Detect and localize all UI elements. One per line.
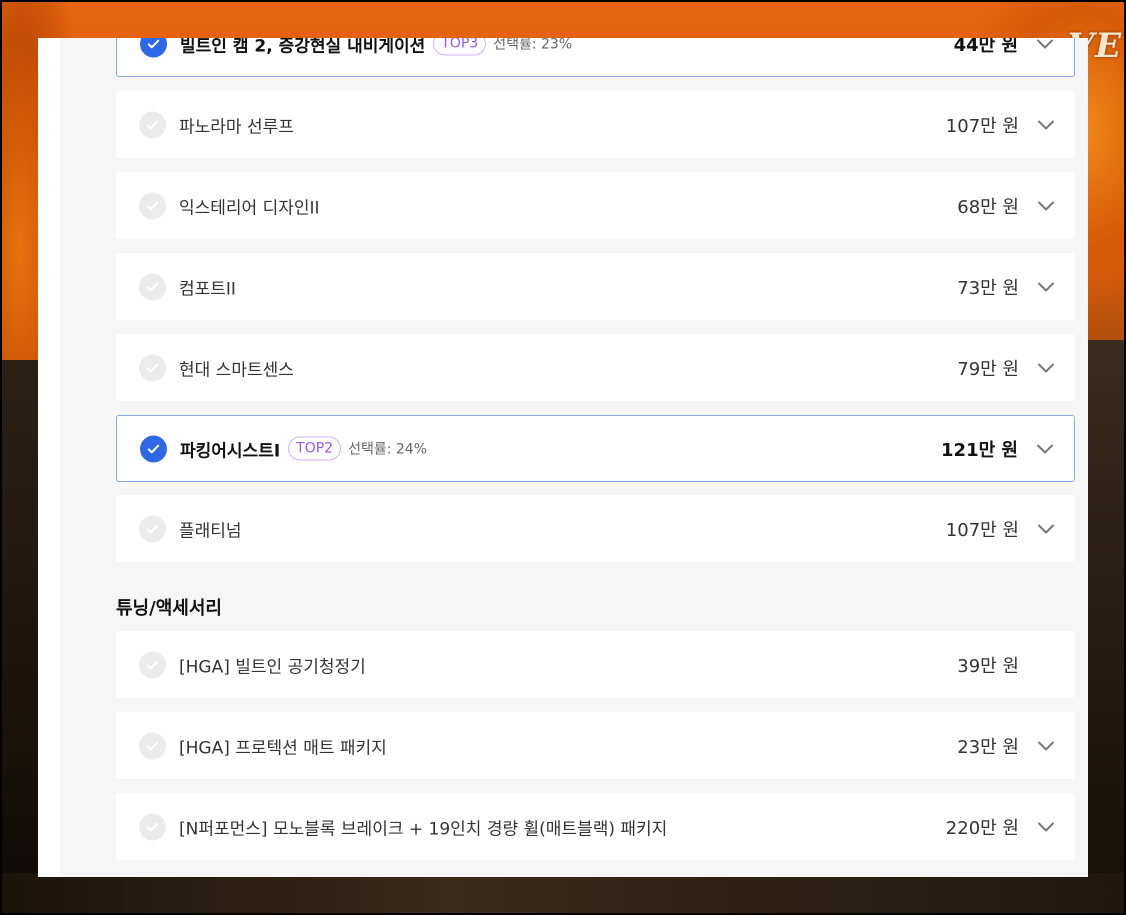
option-item-comfort[interactable]: 컴포트II 73만 원	[116, 253, 1075, 320]
option-price: 107만 원	[945, 115, 1019, 137]
chevron-down-icon[interactable]	[1037, 281, 1055, 293]
option-label-text: 파노라마 선루프	[179, 117, 294, 137]
option-item-platinum[interactable]: 플래티넘 107만 원	[116, 495, 1075, 562]
options-list: 빌트인 캠 2, 증강현실 내비게이션 TOP3 선택률: 23% 44만 원 …	[60, 38, 1088, 877]
check-icon[interactable]	[139, 813, 166, 840]
option-price: 73만 원	[957, 277, 1019, 299]
check-icon[interactable]	[140, 38, 167, 57]
accessory-item-protection-mat[interactable]: [HGA] 프로텍션 매트 패키지 23만 원	[116, 712, 1075, 779]
background-shadow-bottom	[0, 873, 1126, 915]
option-label: 컴포트II	[179, 274, 236, 299]
check-icon[interactable]	[139, 111, 166, 138]
accessory-label: [HGA] 빌트인 공기청정기	[179, 652, 366, 677]
option-label: 현대 스마트센스	[179, 355, 294, 380]
check-icon[interactable]	[139, 515, 166, 542]
check-icon[interactable]	[139, 354, 166, 381]
chevron-down-icon[interactable]	[1037, 119, 1055, 131]
check-icon[interactable]	[139, 732, 166, 759]
option-label-text: 빌트인 캠 2, 증강현실 내비게이션	[180, 38, 426, 56]
check-icon[interactable]	[139, 651, 166, 678]
accessory-label-text: [HGA] 프로텍션 매트 패키지	[179, 738, 387, 758]
option-price: 79만 원	[957, 358, 1019, 380]
chevron-down-icon[interactable]	[1037, 200, 1055, 212]
option-item-panorama-sunroof[interactable]: 파노라마 선루프 107만 원	[116, 91, 1075, 158]
accessory-label: [N퍼포먼스] 모노블록 브레이크 + 19인치 경량 휠(매트블랙) 패키지	[179, 814, 667, 839]
option-item-smartsense[interactable]: 현대 스마트센스 79만 원	[116, 334, 1075, 401]
accessory-label-text: [N퍼포먼스] 모노블록 브레이크 + 19인치 경량 휠(매트블랙) 패키지	[179, 819, 668, 839]
chevron-down-icon[interactable]	[1036, 38, 1054, 50]
accessory-item-air-purifier[interactable]: [HGA] 빌트인 공기청정기 39만 원	[116, 631, 1075, 698]
chevron-down-icon[interactable]	[1037, 523, 1055, 535]
option-price: 68만 원	[957, 196, 1019, 218]
option-label: 플래티넘	[179, 516, 242, 541]
section-title-tuning: 튜닝/액세서리	[116, 598, 222, 619]
chevron-down-icon[interactable]	[1036, 443, 1054, 455]
option-label-text: 플래티넘	[179, 521, 242, 541]
check-icon[interactable]	[139, 273, 166, 300]
option-price: 44만 원	[953, 38, 1018, 56]
accessory-item-monoblock-brake[interactable]: [N퍼포먼스] 모노블록 브레이크 + 19인치 경량 휠(매트블랙) 패키지 …	[116, 793, 1075, 860]
option-label-text: 파킹어시스트I	[180, 441, 281, 461]
chevron-down-icon[interactable]	[1037, 740, 1055, 752]
option-item-exterior-design[interactable]: 익스테리어 디자인II 68만 원	[116, 172, 1075, 239]
top-badge: TOP3	[433, 38, 487, 56]
accessory-label-text: [HGA] 빌트인 공기청정기	[179, 657, 366, 677]
option-label: 파킹어시스트I TOP2 선택률: 24%	[180, 436, 427, 461]
options-panel: 빌트인 캠 2, 증강현실 내비게이션 TOP3 선택률: 23% 44만 원 …	[38, 38, 1088, 877]
top-badge: TOP2	[288, 436, 342, 461]
option-label-text: 익스테리어 디자인II	[179, 198, 320, 218]
accessory-price: 39만 원	[957, 655, 1019, 677]
option-label: 파노라마 선루프	[179, 112, 294, 137]
option-price: 121만 원	[941, 439, 1018, 461]
chevron-down-icon[interactable]	[1037, 821, 1055, 833]
option-label: 익스테리어 디자인II	[179, 193, 320, 218]
accessory-price: 23만 원	[957, 736, 1019, 758]
chevron-down-icon[interactable]	[1037, 362, 1055, 374]
selection-rate: 선택률: 23%	[493, 38, 573, 53]
background-shadow-left	[0, 360, 40, 915]
check-icon[interactable]	[139, 192, 166, 219]
accessory-label: [HGA] 프로텍션 매트 패키지	[179, 733, 387, 758]
accessory-price: 220만 원	[945, 817, 1019, 839]
option-item-parking-assist[interactable]: 파킹어시스트I TOP2 선택률: 24% 121만 원	[116, 415, 1075, 482]
option-item-builtin-cam[interactable]: 빌트인 캠 2, 증강현실 내비게이션 TOP3 선택률: 23% 44만 원	[116, 38, 1075, 77]
check-icon[interactable]	[140, 435, 167, 462]
option-price: 107만 원	[945, 519, 1019, 541]
selection-rate: 선택률: 24%	[348, 441, 428, 458]
option-label-text: 컴포트II	[179, 279, 236, 299]
option-label-text: 현대 스마트센스	[179, 360, 294, 380]
option-label: 빌트인 캠 2, 증강현실 내비게이션 TOP3 선택률: 23%	[180, 38, 572, 56]
